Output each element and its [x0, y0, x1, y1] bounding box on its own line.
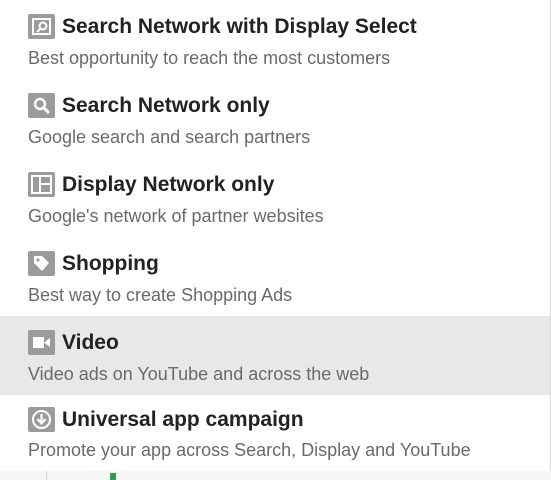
campaign-type-menu: Search Network with Display Select Best …: [0, 0, 551, 471]
menu-item-search-network-only[interactable]: Search Network only Google search and se…: [0, 79, 550, 158]
menu-item-title: Video: [62, 331, 119, 354]
search-display-icon: [28, 14, 55, 39]
menu-item-universal-app-campaign[interactable]: Universal app campaign Promote your app …: [0, 395, 550, 474]
menu-item-shopping[interactable]: Shopping Best way to create Shopping Ads: [0, 237, 550, 316]
video-camera-icon: [28, 330, 55, 355]
menu-item-description: Google's network of partner websites: [28, 206, 324, 226]
layout-icon: [28, 172, 55, 197]
magnifier-icon: [28, 93, 55, 118]
menu-item-video[interactable]: Video Video ads on YouTube and across th…: [0, 316, 550, 395]
tag-icon: [28, 251, 55, 276]
menu-item-description: Best way to create Shopping Ads: [28, 285, 293, 305]
menu-item-title: Display Network only: [62, 173, 275, 196]
menu-item-description: Google search and search partners: [28, 127, 311, 147]
menu-item-title: Universal app campaign: [62, 408, 304, 431]
menu-item-title: Search Network only: [62, 94, 270, 117]
menu-item-description: Promote your app across Search, Display …: [28, 440, 471, 460]
menu-item-description: Video ads on YouTube and across the web: [28, 364, 370, 384]
menu-item-description: Best opportunity to reach the most custo…: [28, 48, 391, 68]
download-icon: [28, 407, 55, 432]
menu-item-title: Shopping: [62, 252, 159, 275]
menu-item-display-network-only[interactable]: Display Network only Google's network of…: [0, 158, 550, 237]
menu-item-search-network-with-display-select[interactable]: Search Network with Display Select Best …: [0, 0, 550, 79]
status-indicator: [110, 473, 116, 480]
menu-item-title: Search Network with Display Select: [62, 15, 417, 38]
